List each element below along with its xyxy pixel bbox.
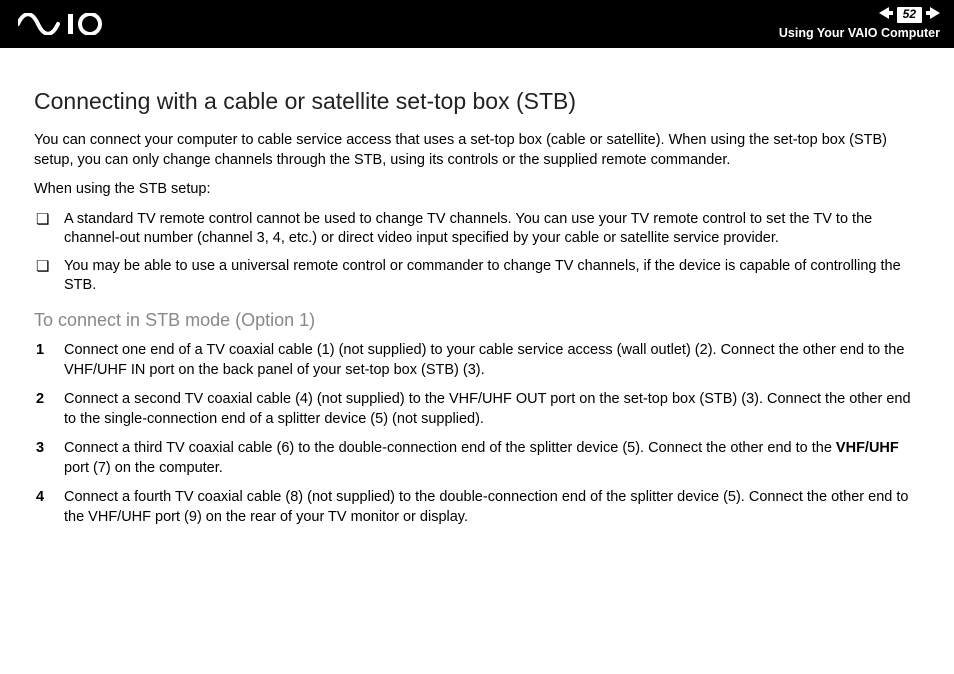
step-item: 3 Connect a third TV coaxial cable (6) t…: [34, 439, 920, 478]
step-text: Connect a second TV coaxial cable (4) (n…: [64, 390, 920, 429]
bullet-list: ❏ A standard TV remote control cannot be…: [34, 210, 920, 296]
step-number: 4: [34, 488, 64, 527]
section-label: Using Your VAIO Computer: [779, 25, 940, 41]
bold-term: VHF/UHF: [836, 440, 899, 456]
bullet-text: You may be able to use a universal remot…: [64, 257, 920, 296]
next-page-arrow-icon[interactable]: [926, 7, 940, 24]
step-text: Connect a fourth TV coaxial cable (8) (n…: [64, 488, 920, 527]
list-item: ❏ A standard TV remote control cannot be…: [34, 210, 920, 249]
step-number: 1: [34, 341, 64, 380]
page-header: 52 Using Your VAIO Computer: [0, 0, 954, 48]
steps-list: 1 Connect one end of a TV coaxial cable …: [34, 341, 920, 528]
page-nav: 52: [779, 7, 940, 24]
vaio-logo: [18, 13, 128, 35]
page-number: 52: [897, 7, 922, 23]
step-number: 3: [34, 439, 64, 478]
step-item: 4 Connect a fourth TV coaxial cable (8) …: [34, 488, 920, 527]
step-item: 2 Connect a second TV coaxial cable (4) …: [34, 390, 920, 429]
step-text: Connect one end of a TV coaxial cable (1…: [64, 341, 920, 380]
bullet-icon: ❏: [34, 210, 64, 249]
subheading: To connect in STB mode (Option 1): [34, 310, 920, 331]
step-item: 1 Connect one end of a TV coaxial cable …: [34, 341, 920, 380]
page-title: Connecting with a cable or satellite set…: [34, 88, 920, 115]
step-text-pre: Connect a third TV coaxial cable (6) to …: [64, 440, 836, 456]
bullet-text: A standard TV remote control cannot be u…: [64, 210, 920, 249]
step-text: Connect a third TV coaxial cable (6) to …: [64, 439, 920, 478]
step-text-post: port (7) on the computer.: [64, 460, 223, 476]
intro-paragraph-2: When using the STB setup:: [34, 180, 920, 200]
header-right: 52 Using Your VAIO Computer: [779, 7, 940, 42]
prev-page-arrow-icon[interactable]: [879, 7, 893, 24]
list-item: ❏ You may be able to use a universal rem…: [34, 257, 920, 296]
bullet-icon: ❏: [34, 257, 64, 296]
page-content: Connecting with a cable or satellite set…: [0, 48, 954, 527]
step-number: 2: [34, 390, 64, 429]
intro-paragraph-1: You can connect your computer to cable s…: [34, 131, 920, 170]
